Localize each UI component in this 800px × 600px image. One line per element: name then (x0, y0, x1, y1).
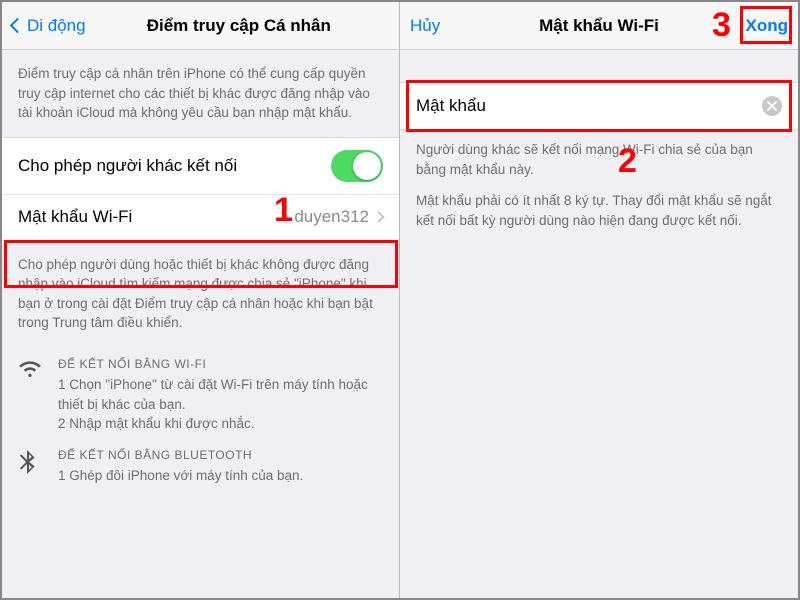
right-navbar: Hủy Mật khẩu Wi-Fi Xong (400, 2, 798, 50)
bluetooth-icon (18, 448, 44, 486)
password-row[interactable]: Mật khẩu (400, 83, 798, 129)
left-pane: Di động Điểm truy cập Cá nhân Điểm truy … (2, 2, 400, 598)
back-button[interactable]: Di động (12, 16, 86, 36)
wifi-step-2: 2 Nhập mật khẩu khi được nhắc. (58, 414, 383, 434)
bt-instr-title: ĐỂ KẾT NỐI BẰNG BLUETOOTH (58, 448, 383, 462)
back-label: Di động (27, 16, 86, 36)
hotspot-group: Cho phép người khác kết nối Mật khẩu Wi-… (2, 137, 399, 241)
done-button[interactable]: Xong (746, 16, 789, 36)
intro-text: Điểm truy cập cá nhân trên iPhone có thể… (2, 50, 399, 137)
bt-step-1: 1 Ghép đôi iPhone với máy tính của bạn. (58, 466, 383, 486)
chevron-right-icon (373, 212, 384, 223)
left-title: Điểm truy cập Cá nhân (147, 16, 331, 36)
right-pane: Hủy Mật khẩu Wi-Fi Xong Mật khẩu Người d… (400, 2, 798, 598)
allow-others-label: Cho phép người khác kết nối (18, 156, 237, 176)
password-group: Mật khẩu (400, 82, 798, 130)
chevron-left-icon (10, 18, 26, 34)
wifi-instructions: ĐỂ KẾT NỐI BẰNG WI-FI 1 Chọn "iPhone" từ… (2, 347, 399, 438)
cancel-button[interactable]: Hủy (410, 16, 440, 36)
password-desc-1: Người dùng khác sẽ kết nối mạng Wi-Fi ch… (400, 130, 798, 185)
clear-icon[interactable] (762, 96, 782, 116)
wifi-instr-title: ĐỂ KẾT NỐI BẰNG WI-FI (58, 357, 383, 371)
allow-desc: Cho phép người dùng hoặc thiết bị khác k… (2, 241, 399, 347)
right-title: Mật khẩu Wi-Fi (400, 16, 798, 36)
allow-others-row[interactable]: Cho phép người khác kết nối (2, 138, 399, 194)
password-label: Mật khẩu (416, 96, 486, 116)
wifi-password-label: Mật khẩu Wi-Fi (18, 207, 132, 227)
left-navbar: Di động Điểm truy cập Cá nhân (2, 2, 399, 50)
wifi-password-row[interactable]: Mật khẩu Wi-Fi duyen312 (2, 194, 399, 240)
bluetooth-instructions: ĐỂ KẾT NỐI BẰNG BLUETOOTH 1 Ghép đôi iPh… (2, 438, 399, 490)
wifi-icon (18, 357, 44, 434)
allow-others-switch[interactable] (331, 150, 383, 182)
wifi-password-value: duyen312 (294, 207, 369, 227)
cancel-label: Hủy (410, 16, 440, 36)
wifi-step-1: 1 Chọn "iPhone" từ cài đặt Wi-Fi trên má… (58, 375, 383, 414)
done-label: Xong (746, 16, 789, 35)
password-desc-2: Mật khẩu phải có ít nhất 8 ký tự. Thay đ… (400, 185, 798, 244)
